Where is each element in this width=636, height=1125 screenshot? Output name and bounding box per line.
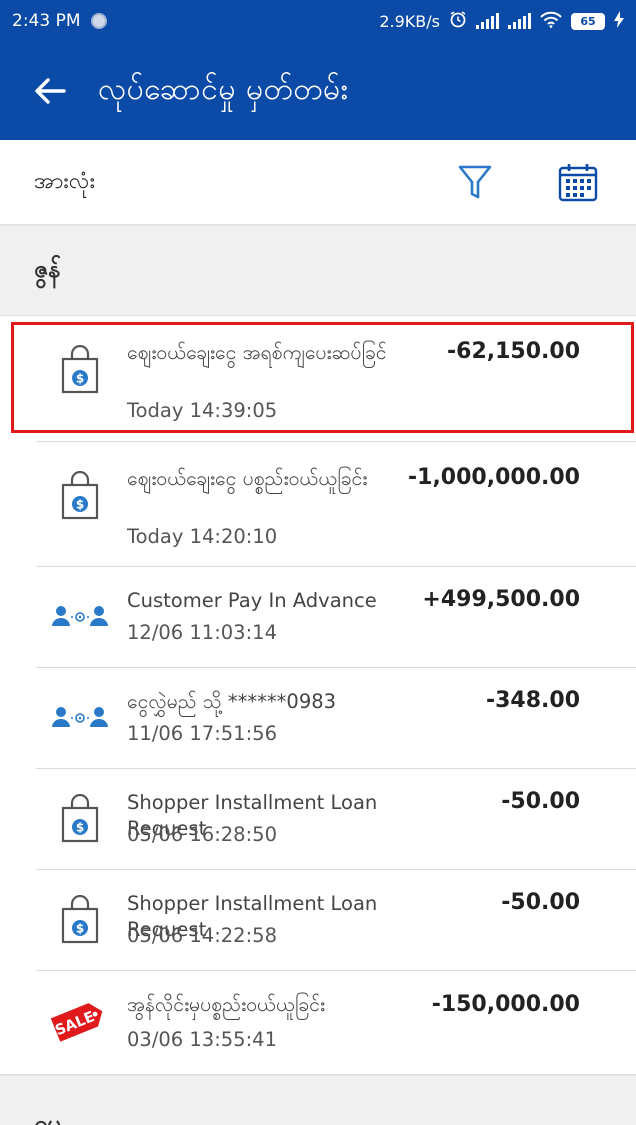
- month-section-header: ဇွန်: [0, 226, 636, 316]
- calendar-button[interactable]: [556, 162, 600, 204]
- transaction-time: 05/06 14:22:58: [127, 924, 277, 947]
- transaction-description: ဈေးဝယ်ချေးငွေ ပစ္စည်းဝယ်ယူခြင်း: [127, 467, 368, 490]
- transaction-row[interactable]: Customer Pay In Advance 12/06 11:03:14 +…: [0, 567, 636, 668]
- transaction-time: Today 14:39:05: [127, 399, 278, 422]
- transaction-time: Today 14:20:10: [127, 525, 278, 548]
- transaction-amount: -50.00: [501, 789, 580, 814]
- transaction-amount: -348.00: [485, 688, 580, 713]
- funnel-icon: [458, 165, 492, 199]
- transaction-time: 12/06 11:03:14: [127, 621, 277, 644]
- shopping-bag-icon: $: [48, 888, 112, 952]
- transaction-row[interactable]: ငွေလွှဲမည် သို့ ******0983 11/06 17:51:5…: [0, 668, 636, 769]
- svg-text:$: $: [76, 498, 84, 512]
- transaction-row[interactable]: $ ဈေးဝယ်ချေးငွေ အရစ်ကျပေးဆပ်ခြင် Today 1…: [0, 316, 636, 442]
- transaction-row[interactable]: SALE အွန်လိုင်းမှပစ္စည်းဝယ်ယူခြင်း 03/06…: [0, 971, 636, 1073]
- transaction-amount: -150,000.00: [431, 992, 580, 1017]
- wifi-icon: [540, 11, 562, 32]
- status-time: 2:43 PM: [12, 11, 81, 31]
- transaction-amount: +499,500.00: [422, 587, 580, 612]
- transaction-time: 03/06 13:55:41: [127, 1028, 277, 1051]
- arrow-left-icon: [35, 78, 66, 104]
- filter-row: အားလုံး: [0, 140, 636, 226]
- transfer-people-icon: [48, 585, 112, 649]
- transaction-row[interactable]: $ Shopper Installment Loan Request 05/06…: [0, 870, 636, 971]
- transaction-description: ငွေလွှဲမည် သို့ ******0983: [127, 690, 337, 713]
- month-section-header: မေ: [0, 1074, 636, 1125]
- svg-text:$: $: [76, 821, 84, 835]
- svg-text:$: $: [76, 372, 84, 386]
- charging-icon: [614, 10, 624, 32]
- transaction-amount: -1,000,000.00: [408, 465, 580, 490]
- status-notification-icon: [90, 13, 107, 29]
- transaction-row[interactable]: $ ဈေးဝယ်ချေးငွေ ပစ္စည်းဝယ်ယူခြင်း Today …: [0, 442, 636, 567]
- shopping-bag-icon: $: [48, 464, 112, 528]
- transaction-description: ဈေးဝယ်ချေးငွေ အရစ်ကျပေးဆပ်ခြင်: [127, 341, 387, 364]
- signal-1-icon: [476, 13, 499, 29]
- transaction-time: 11/06 17:51:56: [127, 722, 277, 745]
- battery-icon: 65: [571, 12, 605, 30]
- transaction-row[interactable]: $ Shopper Installment Loan Request 05/06…: [0, 769, 636, 870]
- network-speed: 2.9KB/s: [379, 11, 440, 31]
- shopping-bag-icon: $: [48, 787, 112, 851]
- sale-tag-icon: SALE: [46, 989, 110, 1053]
- page-title: လုပ်ဆောင်မှု မှတ်တမ်း: [98, 71, 349, 107]
- transaction-amount: -50.00: [501, 890, 580, 915]
- app-bar: လုပ်ဆောင်မှု မှတ်တမ်း: [0, 42, 636, 140]
- back-button[interactable]: [18, 59, 82, 123]
- signal-2-icon: [508, 13, 531, 29]
- shopping-bag-icon: $: [48, 338, 112, 402]
- transaction-description: Customer Pay In Advance: [127, 589, 377, 612]
- calendar-icon: [558, 164, 598, 202]
- transfer-people-icon: [48, 686, 112, 750]
- filter-button[interactable]: [455, 162, 495, 204]
- filter-label[interactable]: အားလုံး: [34, 166, 95, 199]
- status-bar: 2:43 PM 2.9KB/s 65: [0, 0, 636, 42]
- svg-text:$: $: [76, 922, 84, 936]
- transaction-time: 05/06 16:28:50: [127, 823, 277, 846]
- transaction-amount: -62,150.00: [447, 339, 580, 364]
- transaction-list: $ ဈေးဝယ်ချေးငွေ အရစ်ကျပေးဆပ်ခြင် Today 1…: [0, 316, 636, 1073]
- alarm-icon: [449, 10, 467, 32]
- transaction-description: အွန်လိုင်းမှပစ္စည်းဝယ်ယူခြင်း: [127, 993, 325, 1016]
